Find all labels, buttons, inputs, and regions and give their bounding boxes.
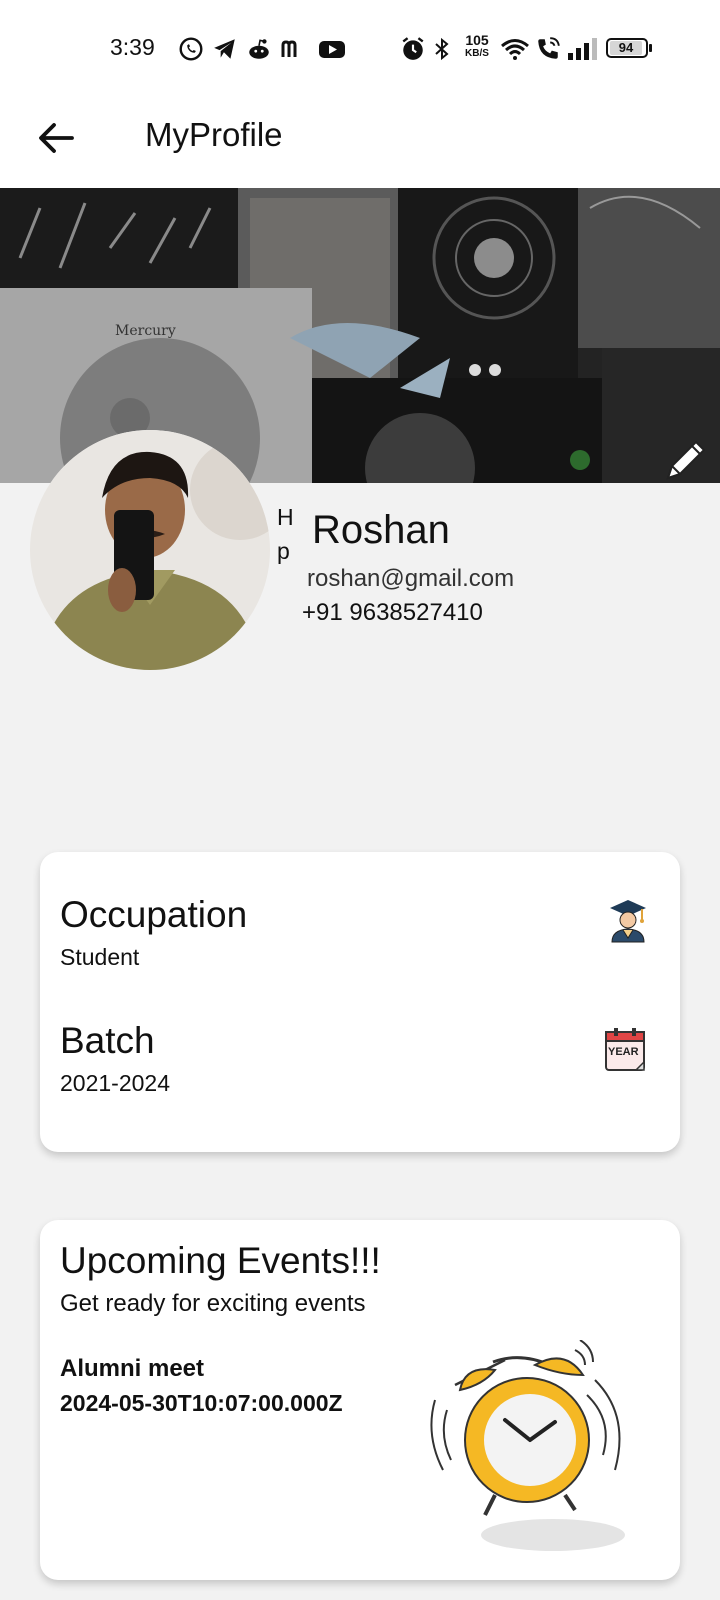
- occupation-label: Occupation: [60, 894, 248, 935]
- status-time: 3:39: [110, 34, 155, 60]
- bluetooth-icon: [435, 37, 449, 61]
- m-app-icon: [281, 40, 297, 57]
- occupation-value: Student: [60, 944, 140, 970]
- events-card: Upcoming Events!!! Get ready for excitin…: [40, 1220, 680, 1580]
- alarm-clock-illustration-icon: [430, 1340, 625, 1551]
- whatsapp-icon: [179, 37, 203, 61]
- event-date: 2024-05-30T10:07:00.000Z: [60, 1390, 343, 1416]
- wifi-icon: [501, 39, 529, 60]
- net-speed: 105 KB/S: [460, 32, 494, 60]
- wifi-call-icon: [538, 37, 560, 59]
- calendar-year-text: YEAR: [608, 1046, 639, 1058]
- page-title: MyProfile: [145, 116, 283, 153]
- profile-email: roshan@gmail.com: [307, 565, 515, 592]
- info-card: Occupation Student Batch 2021-2024 YEAR: [40, 852, 680, 1152]
- net-speed-value: 105: [465, 32, 489, 48]
- graduate-icon: [610, 900, 646, 943]
- profile-name: Roshan: [312, 508, 450, 552]
- avatar-photo: [30, 430, 270, 670]
- signal-icon: [568, 38, 597, 60]
- profile-side-letters: H p: [277, 500, 294, 568]
- side-letter: p: [277, 538, 290, 564]
- top-area: 3:39 105 KB/S 94 MyProfile: [0, 0, 720, 188]
- side-letter: H: [277, 504, 294, 530]
- alarm-icon: [402, 37, 424, 60]
- battery-level: 94: [610, 41, 642, 55]
- profile-phone: +91 9638527410: [302, 599, 483, 626]
- back-arrow-icon[interactable]: [34, 116, 78, 160]
- telegram-icon: [214, 39, 235, 59]
- battery-icon: 94: [606, 38, 652, 58]
- events-title: Upcoming Events!!!: [60, 1240, 381, 1281]
- avatar[interactable]: [30, 430, 270, 670]
- reddit-icon: [249, 39, 269, 59]
- events-subtitle: Get ready for exciting events: [60, 1290, 366, 1317]
- battery-tip: [649, 44, 652, 52]
- batch-label: Batch: [60, 1020, 155, 1061]
- edit-cover-icon[interactable]: [658, 432, 714, 488]
- net-speed-unit: KB/S: [465, 48, 489, 59]
- batch-value: 2021-2024: [60, 1070, 170, 1096]
- youtube-icon: [319, 41, 345, 58]
- app-bar: MyProfile: [0, 96, 720, 188]
- event-name[interactable]: Alumni meet: [60, 1355, 204, 1383]
- status-bar: 3:39 105 KB/S 94: [0, 0, 720, 96]
- cover-text: Mercury: [115, 323, 176, 339]
- calendar-year-icon: YEAR: [604, 1028, 648, 1074]
